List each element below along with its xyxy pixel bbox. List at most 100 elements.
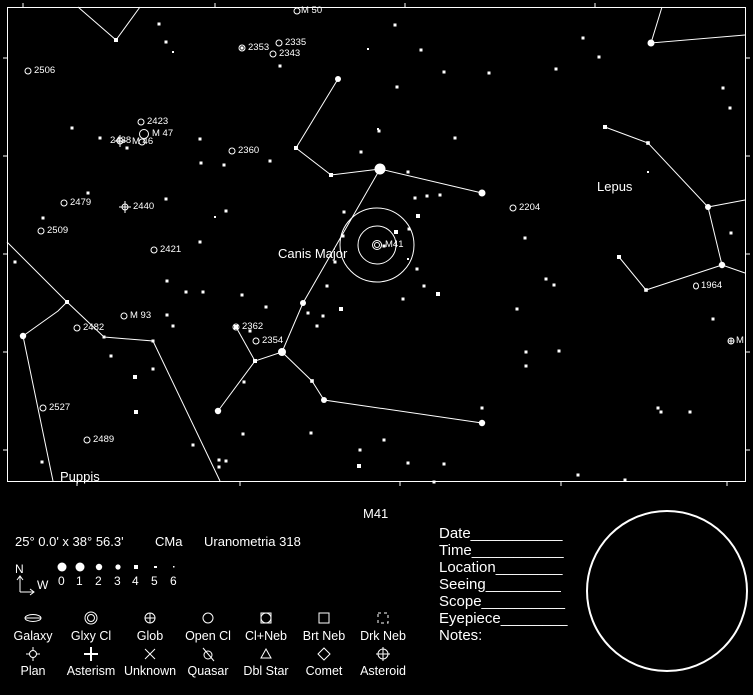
dso-label[interactable]: 2423 [147,116,168,127]
star [165,279,169,283]
mag-0-dot [57,562,67,572]
dso-label[interactable]: M 93 [130,310,151,321]
dark-nebula-icon [377,612,389,624]
magnitude-scale [57,562,175,572]
star [617,255,621,259]
dso-label[interactable]: 2360 [238,145,259,156]
magnitude-label: 3 [114,574,121,588]
dso-label[interactable]: 2489 [93,434,114,445]
observation-field[interactable]: Scope__________ [439,593,565,610]
star [109,354,113,358]
open-cluster-icon[interactable] [275,39,283,47]
star [70,126,74,130]
open-cluster-icon[interactable] [509,204,517,212]
constellation-label-lepus: Lepus [597,179,633,194]
open-cluster-icon[interactable] [39,404,47,412]
open-cluster-icon[interactable] [137,118,145,126]
star [395,85,399,89]
open-cluster-icon[interactable] [83,436,91,444]
dso-label[interactable]: 1964 [701,280,722,291]
open-cluster-icon[interactable] [24,67,32,75]
open-cluster-icon[interactable] [372,240,382,250]
open-cluster-icon[interactable] [269,50,277,58]
globular-icon[interactable] [727,337,735,345]
star [544,277,548,281]
planetary-icon[interactable] [119,201,131,213]
compass-arrows-icon [16,575,35,596]
dso-label[interactable]: 2482 [83,322,104,333]
star [442,462,446,466]
star [656,406,660,410]
constellation-label-canis-major: Canis Major [278,246,348,261]
dso-label[interactable]: 2527 [49,402,70,413]
dso-label[interactable]: M [736,335,744,346]
dso-label[interactable]: 2509 [47,225,68,236]
star [224,459,228,463]
dso-label[interactable]: 2343 [279,48,300,59]
dso-label[interactable]: M 46 [132,136,153,147]
star [415,267,419,271]
star [729,231,733,235]
dso-label[interactable]: 2353 [248,42,269,53]
star [581,36,585,40]
dso-label[interactable]: 2479 [70,197,91,208]
legend-label: Asteroid [360,664,406,678]
dso-label[interactable]: 2506 [34,65,55,76]
chart-ticks [3,3,750,486]
star [413,196,417,200]
star [171,324,175,328]
open-cluster-icon[interactable] [73,324,81,332]
star [487,71,491,75]
star [13,260,17,264]
mag-6-dot [173,566,175,568]
star [114,38,118,42]
dso-label[interactable]: 2335 [285,37,306,48]
open-cluster-icon[interactable] [60,199,68,207]
north-label: N [15,562,24,576]
magnitude-label: 6 [170,574,177,588]
dso-label[interactable]: M 47 [152,128,173,139]
galaxy-icon[interactable] [693,282,699,290]
magnitude-label: 4 [132,574,139,588]
star [419,48,423,52]
dso-label[interactable]: 2204 [519,202,540,213]
observation-field[interactable]: Date___________ [439,525,562,542]
observation-field[interactable]: Location________ [439,559,562,576]
dso-label[interactable]: M41 [385,239,403,250]
dso-label[interactable]: 2438 [110,135,131,146]
star [523,236,527,240]
cluster-nebula-icon[interactable] [232,323,240,331]
dso-label[interactable]: 2362 [242,321,263,332]
dso-label[interactable]: 2354 [262,335,283,346]
star [40,460,44,464]
observation-field[interactable]: Eyepiece________ [439,610,567,627]
open-cluster-icon[interactable] [37,227,45,235]
star [214,216,216,218]
star [647,39,655,47]
star [552,283,556,287]
open-cluster-icon[interactable] [252,337,260,345]
star [374,163,386,175]
open-cluster-icon[interactable] [293,7,301,15]
west-label: W [37,578,49,592]
observation-field[interactable]: Time___________ [439,542,564,559]
open-cluster-icon[interactable] [120,312,128,320]
star [164,197,168,201]
star [264,305,268,309]
dso-label[interactable]: 2440 [133,201,154,212]
constellation-line [22,301,221,482]
star-chart [3,3,750,672]
dso-label[interactable]: M 50 [301,5,322,16]
star [432,480,436,484]
observation-field[interactable]: Seeing_________ [439,576,561,593]
star [306,311,310,315]
open-cluster-icon[interactable] [150,246,158,254]
chart-frame [7,7,746,482]
dso-label[interactable]: 2421 [160,244,181,255]
cluster-nebula-icon[interactable] [238,44,246,52]
star [406,461,410,465]
open-cluster-icon[interactable] [228,147,236,155]
star [480,406,484,410]
observation-field[interactable]: Notes: [439,627,482,644]
star [134,410,138,414]
